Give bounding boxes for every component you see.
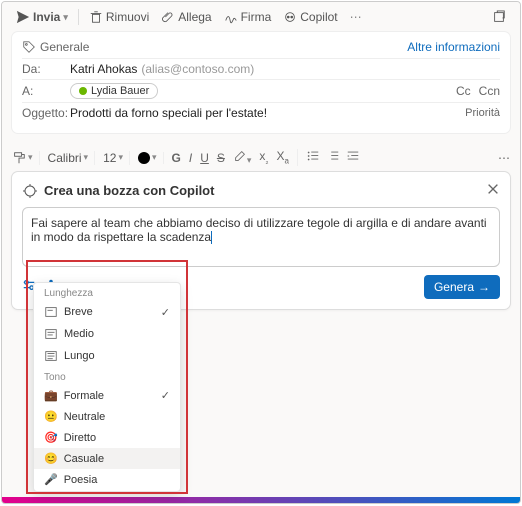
- subscript-button[interactable]: x₂: [259, 149, 268, 165]
- tone-option-neutrale[interactable]: 😐 Neutrale: [34, 406, 180, 427]
- formatting-toolbar: ▾ Calibri ▾ 12 ▾ ▾ G I U S ▾ x₂ Xa ⋯: [2, 143, 520, 172]
- neutral-face-icon: 😐: [44, 410, 58, 423]
- numbering-icon: [326, 149, 340, 163]
- mic-emoji-icon: 🎤: [44, 473, 58, 486]
- tone-option-diretto[interactable]: 🎯 Diretto: [34, 427, 180, 448]
- length-option-breve[interactable]: Breve ✓: [34, 301, 180, 323]
- tone-option-casuale[interactable]: 😊 Casuale: [34, 448, 180, 469]
- accent-bar: [2, 497, 520, 503]
- font-size-select[interactable]: 12 ▾: [103, 151, 130, 165]
- target-icon: 🎯: [44, 431, 58, 444]
- generate-button[interactable]: Genera →: [424, 275, 500, 299]
- paint-icon: [12, 151, 26, 165]
- recipient-name: Lydia Bauer: [91, 85, 149, 97]
- options-dropdown: Lunghezza Breve ✓ Medio Lungo Tono 💼 For…: [33, 282, 181, 492]
- outdent-button[interactable]: [346, 149, 360, 166]
- tone-option-formale[interactable]: 💼 Formale ✓: [34, 385, 180, 406]
- length-option-lungo[interactable]: Lungo: [34, 345, 180, 367]
- close-icon: [486, 182, 500, 196]
- highlight-icon: [233, 149, 247, 163]
- outdent-icon: [346, 149, 360, 163]
- length-short-icon: [44, 305, 58, 319]
- remove-button[interactable]: Rimuovi: [85, 8, 153, 26]
- remove-label: Rimuovi: [106, 10, 149, 24]
- bold-button[interactable]: G: [172, 151, 181, 165]
- length-long-icon: [44, 349, 58, 363]
- copilot-close-button[interactable]: [486, 182, 500, 199]
- smile-icon: 😊: [44, 452, 58, 465]
- cc-button[interactable]: Cc: [456, 84, 471, 98]
- length-medium-icon: [44, 327, 58, 341]
- font-select[interactable]: Calibri ▾: [48, 151, 96, 165]
- copilot-icon: [283, 10, 297, 24]
- sign-button[interactable]: Firma: [220, 8, 276, 26]
- more-button[interactable]: ⋯: [346, 8, 366, 26]
- attach-label: Allega: [178, 10, 211, 24]
- numbering-button[interactable]: [326, 149, 340, 166]
- subject-input[interactable]: Prodotti da forno speciali per l'estate!: [70, 106, 267, 120]
- tone-header: Tono: [34, 367, 180, 385]
- font-color-button[interactable]: ▾: [138, 152, 164, 164]
- popout-icon: [492, 10, 506, 24]
- signature-icon: [224, 10, 238, 24]
- from-alias: (alias@contoso.com): [141, 62, 254, 76]
- attach-button[interactable]: Allega: [157, 8, 215, 26]
- check-icon: ✓: [161, 306, 170, 319]
- copilot-prompt-text: Fai sapere al team che abbiamo deciso di…: [31, 216, 487, 244]
- arrow-right-icon: →: [478, 280, 490, 294]
- copilot-sparkle-icon: [22, 183, 38, 199]
- to-label: A:: [22, 84, 70, 98]
- sign-label: Firma: [241, 10, 272, 24]
- bcc-button[interactable]: Ccn: [479, 84, 500, 98]
- category-row: Generale Altre informazioni: [12, 36, 510, 58]
- generate-label: Genera: [434, 280, 474, 294]
- copilot-prompt-input[interactable]: Fai sapere al team che abbiamo deciso di…: [22, 207, 500, 267]
- copilot-title: Crea una bozza con Copilot: [44, 183, 214, 198]
- check-icon: ✓: [161, 389, 170, 402]
- copilot-toolbar-button[interactable]: Copilot: [279, 8, 341, 26]
- tag-icon: [22, 40, 36, 54]
- from-name[interactable]: Katri Ahokas: [70, 62, 137, 76]
- strikethrough-button[interactable]: S: [217, 151, 225, 165]
- briefcase-icon: 💼: [44, 389, 58, 402]
- compose-toolbar: Invia ▾ Rimuovi Allega Firma Copilot ⋯: [2, 2, 520, 32]
- send-button[interactable]: Invia ▾: [12, 8, 72, 26]
- category-label[interactable]: Generale: [40, 40, 89, 54]
- italic-button[interactable]: I: [189, 151, 192, 165]
- format-painter-button[interactable]: ▾: [12, 151, 40, 165]
- send-icon: [16, 10, 30, 24]
- presence-icon: [79, 87, 87, 95]
- length-header: Lunghezza: [34, 283, 180, 301]
- underline-button[interactable]: U: [200, 151, 209, 165]
- popout-button[interactable]: [488, 8, 510, 26]
- tone-option-poesia[interactable]: 🎤 Poesia: [34, 469, 180, 490]
- subject-row: Oggetto: Prodotti da forno speciali per …: [12, 103, 510, 123]
- subject-label: Oggetto:: [22, 106, 70, 120]
- bullets-button[interactable]: [306, 149, 320, 166]
- length-option-medio[interactable]: Medio: [34, 323, 180, 345]
- bullets-icon: [306, 149, 320, 163]
- to-row: A: Lydia Bauer Cc Ccn: [12, 80, 510, 102]
- priority-button[interactable]: Priorità: [465, 107, 500, 119]
- more-info-link[interactable]: Altre informazioni: [407, 40, 500, 54]
- clear-format-button[interactable]: Xa: [277, 149, 289, 165]
- send-label: Invia: [33, 10, 60, 24]
- from-label: Da:: [22, 62, 70, 76]
- trash-icon: [89, 10, 103, 24]
- copilot-label: Copilot: [300, 10, 337, 24]
- recipient-pill[interactable]: Lydia Bauer: [70, 83, 158, 99]
- paperclip-icon: [161, 10, 175, 24]
- from-row: Da: Katri Ahokas (alias@contoso.com): [12, 59, 510, 79]
- format-more-button[interactable]: ⋯: [498, 151, 510, 165]
- highlight-button[interactable]: ▾: [233, 149, 252, 166]
